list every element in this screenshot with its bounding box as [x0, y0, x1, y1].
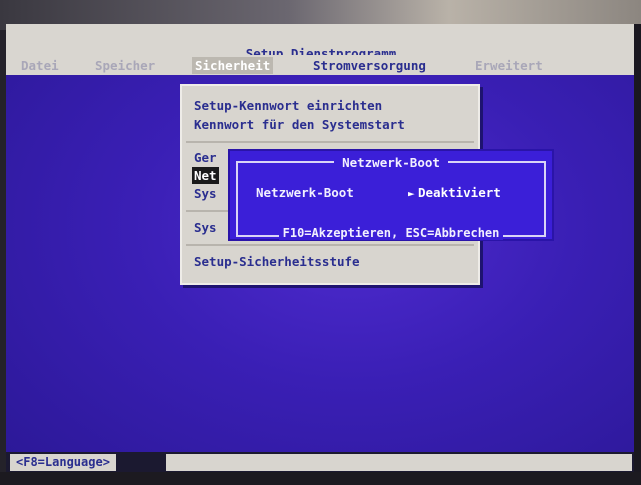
- menu-speicher[interactable]: Speicher: [92, 57, 158, 74]
- menu-option-boot-password[interactable]: Kennwort für den Systemstart: [194, 116, 405, 133]
- dialog-help-text: F10=Akzeptieren, ESC=Abbrechen: [278, 226, 504, 240]
- dialog-setting-value[interactable]: Deaktiviert: [418, 185, 501, 200]
- dropdown-divider: [186, 244, 474, 246]
- monitor-bezel-bottom: [0, 472, 641, 485]
- menu-erweitert[interactable]: Erweitert: [472, 57, 546, 74]
- menu-option-setup-password[interactable]: Setup-Kennwort einrichten: [194, 97, 382, 114]
- menu-option-system-1[interactable]: Sys: [194, 185, 217, 202]
- dialog-title: Netzwerk-Boot: [334, 155, 448, 170]
- menu-option-security-level[interactable]: Setup-Sicherheitsstufe: [194, 253, 360, 270]
- menu-datei[interactable]: Datei: [18, 57, 62, 74]
- dialog-setting-label: Netzwerk-Boot: [256, 185, 354, 200]
- menu-option-device[interactable]: Ger: [194, 149, 217, 166]
- selection-arrow-icon: ►: [408, 187, 415, 200]
- footer-status-bar: [166, 454, 632, 471]
- network-boot-dialog: Netzwerk-Boot Netzwerk-Boot ► Deaktivier…: [228, 149, 554, 241]
- menu-option-system-2[interactable]: Sys: [194, 219, 217, 236]
- menu-option-network-boot[interactable]: Net: [192, 167, 219, 184]
- menu-bar: Datei Speicher Sicherheit Stromversorgun…: [6, 55, 636, 75]
- dropdown-divider: [186, 141, 474, 143]
- monitor-bezel-right: [634, 24, 641, 474]
- language-key[interactable]: <F8=Language>: [10, 454, 116, 471]
- bios-screen: Setup Dienstprogramm Datei Speicher Sich…: [6, 24, 636, 472]
- footer-bar: <F8=Language>: [6, 452, 636, 472]
- menu-sicherheit[interactable]: Sicherheit: [192, 57, 274, 74]
- menu-stromversorgung[interactable]: Stromversorgung: [310, 57, 429, 74]
